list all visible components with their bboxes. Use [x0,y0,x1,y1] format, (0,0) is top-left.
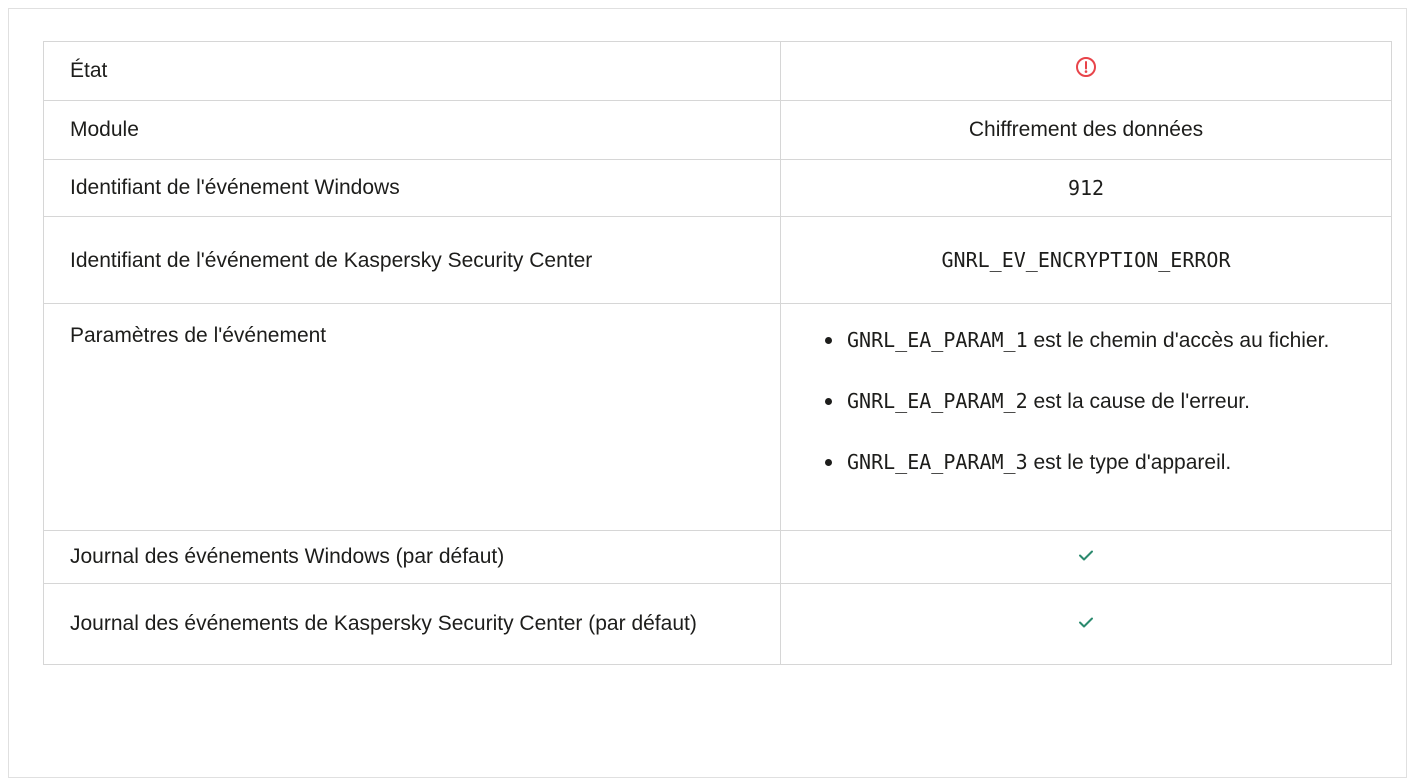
event-properties-table: État Module Chiffrement des données Iden… [43,41,1392,665]
state-value [780,41,1392,101]
ksc-event-id-value: GNRL_EV_ENCRYPTION_ERROR [780,216,1392,304]
table-row-ksc-log: Journal des événements de Kaspersky Secu… [43,583,1392,665]
param-description: est le type d'appareil. [1027,451,1232,474]
windows-event-id-value: 912 [780,159,1392,217]
param-code: GNRL_EA_PARAM_2 [847,389,1028,413]
list-item: GNRL_EA_PARAM_1 est le chemin d'accès au… [819,324,1377,357]
ksc-event-id-label: Identifiant de l'événement de Kaspersky … [43,216,781,304]
table-row-ksc-event-id: Identifiant de l'événement de Kaspersky … [43,216,1392,304]
check-icon [1076,543,1096,571]
table-row-state: État [43,41,1392,101]
event-parameters-label: Paramètres de l'événement [43,303,781,531]
table-row-windows-log: Journal des événements Windows (par défa… [43,530,1392,584]
module-label: Module [43,100,781,160]
content-frame: État Module Chiffrement des données Iden… [8,8,1407,778]
parameter-list: GNRL_EA_PARAM_1 est le chemin d'accès au… [819,324,1377,479]
windows-log-value [780,530,1392,584]
table-row-module: Module Chiffrement des données [43,100,1392,160]
check-icon [1076,610,1096,638]
event-parameters-value: GNRL_EA_PARAM_1 est le chemin d'accès au… [780,303,1392,531]
state-label: État [43,41,781,101]
table-row-event-parameters: Paramètres de l'événement GNRL_EA_PARAM_… [43,303,1392,531]
list-item: GNRL_EA_PARAM_3 est le type d'appareil. [819,446,1377,479]
module-value: Chiffrement des données [780,100,1392,160]
ksc-log-value [780,583,1392,665]
param-code: GNRL_EA_PARAM_1 [847,328,1028,352]
param-code: GNRL_EA_PARAM_3 [847,450,1028,474]
windows-log-label: Journal des événements Windows (par défa… [43,530,781,584]
windows-event-id-label: Identifiant de l'événement Windows [43,159,781,217]
param-description: est le chemin d'accès au fichier. [1027,329,1330,352]
error-circle-icon [1075,56,1097,86]
table-row-windows-event-id: Identifiant de l'événement Windows 912 [43,159,1392,217]
ksc-log-label: Journal des événements de Kaspersky Secu… [43,583,781,665]
param-description: est la cause de l'erreur. [1027,390,1250,413]
list-item: GNRL_EA_PARAM_2 est la cause de l'erreur… [819,385,1377,418]
